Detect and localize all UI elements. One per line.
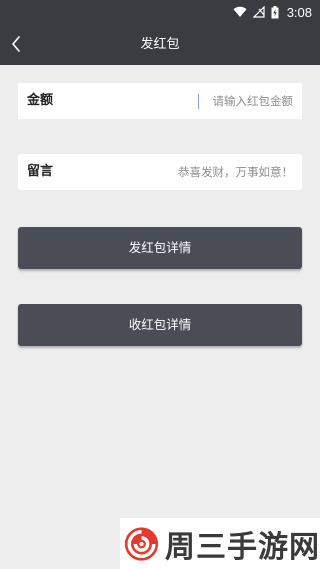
status-icons: 3:08 [233, 0, 312, 24]
watermark-text: 周三手游网 [165, 529, 320, 565]
message-row: 留言 [18, 154, 302, 190]
amount-row: 金额 [18, 83, 302, 119]
send-details-button[interactable]: 发红包详情 [18, 227, 302, 269]
battery-charging-icon [271, 5, 279, 18]
no-signal-icon [252, 6, 265, 18]
nav-bar: 发红包 [0, 24, 320, 65]
page-title: 发红包 [140, 37, 180, 52]
amount-label: 金额 [27, 93, 54, 108]
receive-details-button[interactable]: 收红包详情 [18, 304, 302, 346]
status-bar: 3:08 [0, 0, 320, 24]
swirl-logo-icon [124, 526, 159, 561]
wifi-icon [233, 6, 247, 18]
watermark: 周三手游网 [120, 518, 320, 569]
message-input[interactable] [103, 160, 293, 184]
text-cursor [198, 94, 199, 109]
status-time: 3:08 [286, 4, 312, 20]
message-label: 留言 [27, 164, 54, 179]
